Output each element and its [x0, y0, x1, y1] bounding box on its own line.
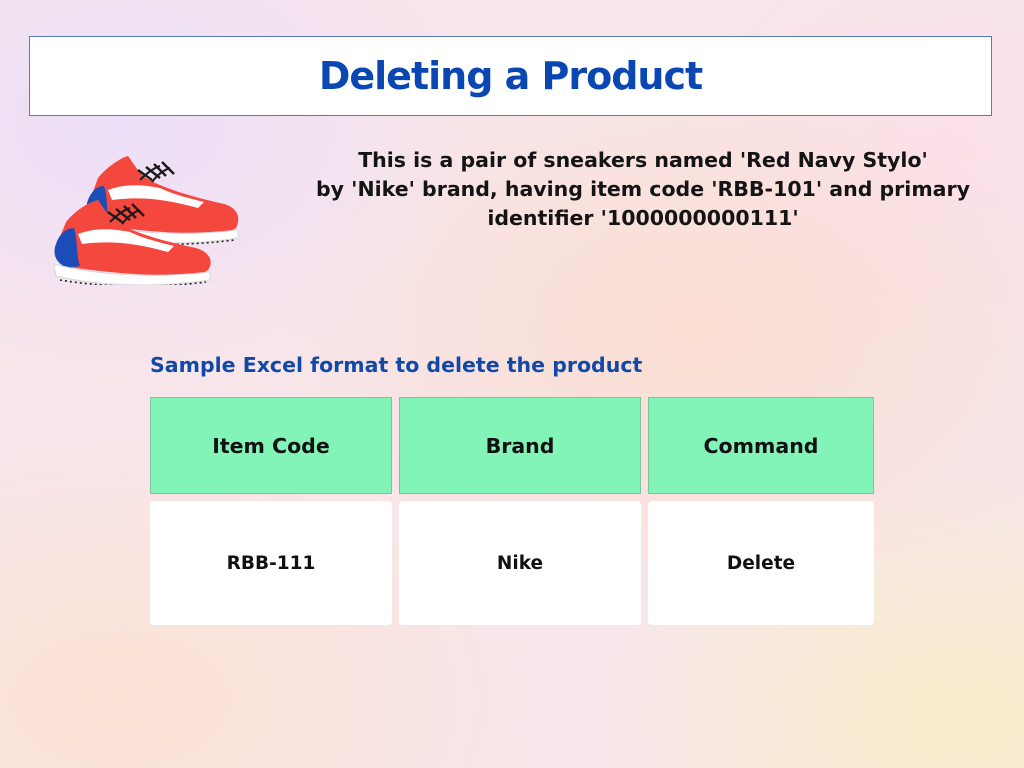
product-description: This is a pair of sneakers named 'Red Na… — [300, 146, 986, 233]
cell-item-code: RBB-111 — [150, 501, 392, 625]
description-line-1: This is a pair of sneakers named 'Red Na… — [358, 148, 928, 172]
header-command: Command — [648, 397, 874, 494]
description-line-2: by 'Nike' brand, having item code 'RBB-1… — [316, 177, 970, 201]
page-title: Deleting a Product — [318, 54, 703, 98]
description-line-3: identifier '1000000000111' — [487, 206, 799, 230]
table-caption: Sample Excel format to delete the produc… — [150, 353, 643, 377]
cell-brand: Nike — [399, 501, 641, 625]
header-brand: Brand — [399, 397, 641, 494]
header-item-code: Item Code — [150, 397, 392, 494]
sneakers-illustration — [53, 156, 239, 285]
title-banner: Deleting a Product — [29, 36, 992, 116]
cell-command: Delete — [648, 501, 874, 625]
